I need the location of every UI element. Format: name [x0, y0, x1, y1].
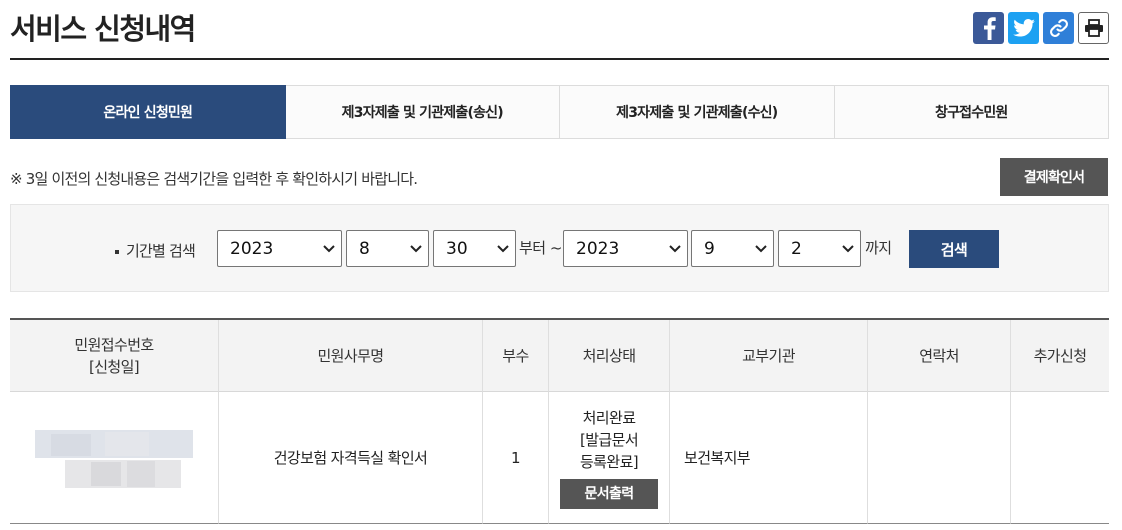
title-divider — [10, 58, 1109, 60]
facebook-icon[interactable] — [973, 12, 1004, 44]
from-month-select[interactable]: 8 — [346, 230, 429, 267]
to-month-select[interactable]: 9 — [691, 230, 774, 267]
from-day-value: 30 — [446, 238, 468, 259]
issuing-agency-cell: 보건복지부 — [670, 392, 868, 524]
header-contact: 연락처 — [868, 320, 1011, 392]
status-line: 처리완료 — [582, 408, 636, 427]
printer-icon[interactable] — [1078, 12, 1109, 44]
header-additional-request: 추가신청 — [1011, 320, 1109, 392]
to-year-value: 2023 — [576, 238, 620, 259]
to-day-value: 2 — [791, 238, 802, 259]
payment-receipt-button[interactable]: 결제확인서 — [1000, 158, 1108, 196]
table-row: 건강보험 자격득실 확인서 1 처리완료 [발급문서 등록완료] 문서출력 보건… — [10, 392, 1109, 524]
chevron-down-icon — [410, 245, 422, 253]
from-day-select[interactable]: 30 — [433, 230, 516, 267]
additional-request-cell — [1011, 392, 1109, 524]
tab-counter-application[interactable]: 창구접수민원 — [834, 85, 1109, 139]
twitter-icon[interactable] — [1008, 12, 1039, 44]
from-month-value: 8 — [359, 238, 370, 259]
application-table: 민원접수번호 [신청일] 민원사무명 부수 처리상태 교부기관 연락처 추가신청… — [10, 318, 1109, 524]
chevron-down-icon — [497, 245, 509, 253]
to-month-value: 9 — [704, 238, 715, 259]
from-year-value: 2023 — [230, 238, 274, 259]
search-label-text: 기간별 검색 — [126, 242, 196, 260]
chevron-down-icon — [323, 245, 335, 253]
search-notice: ※ 3일 이전의 신청내용은 검색기간을 입력한 후 확인하시기 바랍니다. — [10, 170, 418, 188]
to-year-select[interactable]: 2023 — [563, 230, 688, 267]
contact-cell — [868, 392, 1011, 524]
page-title: 서비스 신청내역 — [10, 12, 196, 46]
redacted-receipt-number — [35, 429, 193, 490]
search-panel: 기간별 검색 2023 8 30 부터 ~ 2023 9 2 까지 검색 — [10, 204, 1109, 292]
bullet-icon — [115, 249, 119, 254]
status-line: 등록완료] — [579, 452, 639, 471]
chevron-down-icon — [842, 245, 854, 253]
status-cell: 처리완료 [발급문서 등록완료] 문서출력 — [549, 392, 670, 524]
header-service-name: 민원사무명 — [219, 320, 483, 392]
table-header-row: 민원접수번호 [신청일] 민원사무명 부수 처리상태 교부기관 연락처 추가신청 — [10, 320, 1109, 392]
service-name-cell[interactable]: 건강보험 자격득실 확인서 — [219, 392, 483, 524]
from-suffix: 부터 ~ — [519, 239, 562, 257]
header-issuing-agency: 교부기관 — [670, 320, 868, 392]
tab-third-party-received[interactable]: 제3자제출 및 기관제출(수신) — [560, 85, 835, 139]
tab-bar: 온라인 신청민원 제3자제출 및 기관제출(송신) 제3자제출 및 기관제출(수… — [10, 85, 1109, 139]
status-line: [발급문서 — [579, 430, 639, 449]
header-receipt-number: 민원접수번호 [신청일] — [10, 320, 219, 392]
header-receipt-number-label: 민원접수번호 — [74, 335, 154, 354]
tab-third-party-sent[interactable]: 제3자제출 및 기관제출(송신) — [285, 85, 560, 139]
chevron-down-icon — [669, 245, 681, 253]
search-button[interactable]: 검색 — [909, 230, 999, 268]
search-label: 기간별 검색 — [115, 240, 196, 261]
to-suffix: 까지 — [865, 239, 892, 257]
header-status: 처리상태 — [549, 320, 670, 392]
receipt-number-cell — [10, 392, 219, 524]
to-day-select[interactable]: 2 — [778, 230, 861, 267]
share-toolbar — [973, 12, 1109, 44]
header-copies: 부수 — [483, 320, 549, 392]
from-year-select[interactable]: 2023 — [217, 230, 342, 267]
copies-cell: 1 — [483, 392, 549, 524]
header-application-date-label: [신청일] — [88, 357, 140, 376]
link-icon[interactable] — [1043, 12, 1074, 44]
print-document-button[interactable]: 문서출력 — [560, 478, 658, 509]
tab-online-application[interactable]: 온라인 신청민원 — [10, 85, 286, 139]
chevron-down-icon — [755, 245, 767, 253]
